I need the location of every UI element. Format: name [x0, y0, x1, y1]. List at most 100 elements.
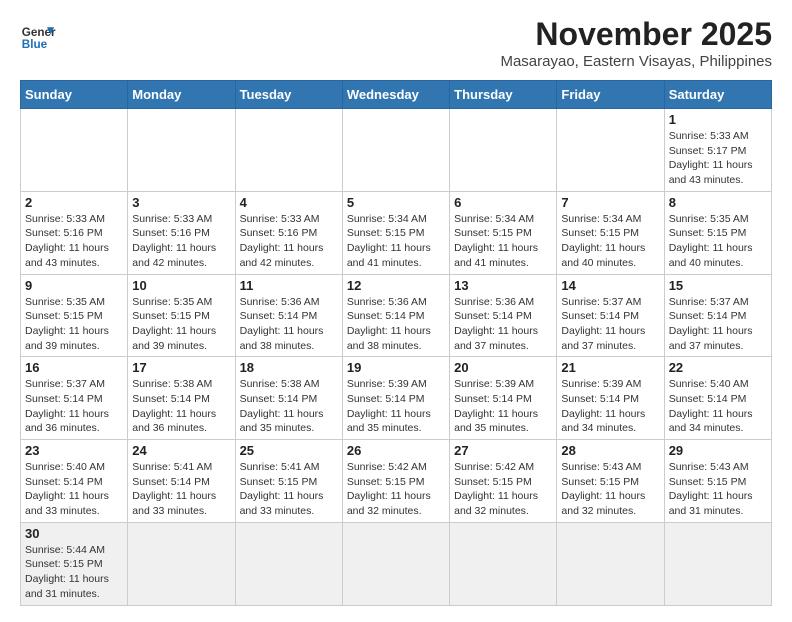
weekday-header: Saturday	[664, 81, 771, 109]
day-info: Sunrise: 5:44 AMSunset: 5:15 PMDaylight:…	[25, 543, 123, 602]
day-number: 4	[240, 195, 338, 210]
calendar-day-cell	[235, 109, 342, 192]
day-info: Sunrise: 5:42 AMSunset: 5:15 PMDaylight:…	[347, 460, 445, 519]
day-number: 8	[669, 195, 767, 210]
day-number: 14	[561, 278, 659, 293]
calendar-day-cell	[450, 522, 557, 605]
calendar-day-cell: 10 Sunrise: 5:35 AMSunset: 5:15 PMDayligh…	[128, 274, 235, 357]
day-info: Sunrise: 5:36 AMSunset: 5:14 PMDaylight:…	[347, 295, 445, 354]
day-number: 1	[669, 112, 767, 127]
calendar-week-row: 16 Sunrise: 5:37 AMSunset: 5:14 PMDayligh…	[21, 357, 772, 440]
day-info: Sunrise: 5:33 AMSunset: 5:17 PMDaylight:…	[669, 129, 767, 188]
calendar-week-row: 23 Sunrise: 5:40 AMSunset: 5:14 PMDayligh…	[21, 440, 772, 523]
day-info: Sunrise: 5:35 AMSunset: 5:15 PMDaylight:…	[132, 295, 230, 354]
calendar-day-cell: 23 Sunrise: 5:40 AMSunset: 5:14 PMDayligh…	[21, 440, 128, 523]
day-info: Sunrise: 5:37 AMSunset: 5:14 PMDaylight:…	[669, 295, 767, 354]
calendar-day-cell: 19 Sunrise: 5:39 AMSunset: 5:14 PMDayligh…	[342, 357, 449, 440]
weekday-header: Thursday	[450, 81, 557, 109]
weekday-header: Monday	[128, 81, 235, 109]
day-number: 27	[454, 443, 552, 458]
day-info: Sunrise: 5:38 AMSunset: 5:14 PMDaylight:…	[132, 377, 230, 436]
day-info: Sunrise: 5:36 AMSunset: 5:14 PMDaylight:…	[454, 295, 552, 354]
day-info: Sunrise: 5:38 AMSunset: 5:14 PMDaylight:…	[240, 377, 338, 436]
calendar-day-cell	[557, 109, 664, 192]
calendar-day-cell: 11 Sunrise: 5:36 AMSunset: 5:14 PMDayligh…	[235, 274, 342, 357]
day-info: Sunrise: 5:39 AMSunset: 5:14 PMDaylight:…	[561, 377, 659, 436]
title-block: November 2025 Masarayao, Eastern Visayas…	[500, 16, 772, 70]
calendar-table: SundayMondayTuesdayWednesdayThursdayFrid…	[20, 80, 772, 606]
day-info: Sunrise: 5:33 AMSunset: 5:16 PMDaylight:…	[25, 212, 123, 271]
day-number: 5	[347, 195, 445, 210]
day-info: Sunrise: 5:39 AMSunset: 5:14 PMDaylight:…	[347, 377, 445, 436]
day-number: 10	[132, 278, 230, 293]
calendar-day-cell: 14 Sunrise: 5:37 AMSunset: 5:14 PMDayligh…	[557, 274, 664, 357]
page-title: November 2025	[500, 16, 772, 53]
calendar-week-row: 1 Sunrise: 5:33 AMSunset: 5:17 PMDaylight…	[21, 109, 772, 192]
calendar-day-cell	[557, 522, 664, 605]
calendar-day-cell: 20Sunrise: 5:39 AMSunset: 5:14 PMDayligh…	[450, 357, 557, 440]
calendar-day-cell: 15 Sunrise: 5:37 AMSunset: 5:14 PMDayligh…	[664, 274, 771, 357]
calendar-day-cell: 17Sunrise: 5:38 AMSunset: 5:14 PMDayligh…	[128, 357, 235, 440]
day-info: Sunrise: 5:35 AMSunset: 5:15 PMDaylight:…	[669, 212, 767, 271]
calendar-day-cell: 25Sunrise: 5:41 AMSunset: 5:15 PMDayligh…	[235, 440, 342, 523]
calendar-day-cell: 22Sunrise: 5:40 AMSunset: 5:14 PMDayligh…	[664, 357, 771, 440]
calendar-week-row: 2 Sunrise: 5:33 AMSunset: 5:16 PMDaylight…	[21, 191, 772, 274]
calendar-day-cell: 8 Sunrise: 5:35 AMSunset: 5:15 PMDaylight…	[664, 191, 771, 274]
day-number: 23	[25, 443, 123, 458]
weekday-header-row: SundayMondayTuesdayWednesdayThursdayFrid…	[21, 81, 772, 109]
day-info: Sunrise: 5:41 AMSunset: 5:15 PMDaylight:…	[240, 460, 338, 519]
day-number: 21	[561, 360, 659, 375]
calendar-day-cell: 12Sunrise: 5:36 AMSunset: 5:14 PMDayligh…	[342, 274, 449, 357]
svg-text:Blue: Blue	[22, 38, 48, 51]
calendar-day-cell	[342, 109, 449, 192]
weekday-header: Sunday	[21, 81, 128, 109]
day-info: Sunrise: 5:41 AMSunset: 5:14 PMDaylight:…	[132, 460, 230, 519]
calendar-day-cell: 3Sunrise: 5:33 AMSunset: 5:16 PMDaylight…	[128, 191, 235, 274]
calendar-week-row: 9Sunrise: 5:35 AMSunset: 5:15 PMDaylight…	[21, 274, 772, 357]
day-info: Sunrise: 5:40 AMSunset: 5:14 PMDaylight:…	[25, 460, 123, 519]
calendar-day-cell: 29 Sunrise: 5:43 AMSunset: 5:15 PMDayligh…	[664, 440, 771, 523]
day-info: Sunrise: 5:34 AMSunset: 5:15 PMDaylight:…	[561, 212, 659, 271]
day-number: 13	[454, 278, 552, 293]
logo: General Blue	[20, 20, 56, 56]
calendar-day-cell: 7 Sunrise: 5:34 AMSunset: 5:15 PMDaylight…	[557, 191, 664, 274]
day-info: Sunrise: 5:37 AMSunset: 5:14 PMDaylight:…	[561, 295, 659, 354]
day-number: 6	[454, 195, 552, 210]
calendar-day-cell: 1 Sunrise: 5:33 AMSunset: 5:17 PMDaylight…	[664, 109, 771, 192]
calendar-day-cell: 30 Sunrise: 5:44 AMSunset: 5:15 PMDayligh…	[21, 522, 128, 605]
day-info: Sunrise: 5:42 AMSunset: 5:15 PMDaylight:…	[454, 460, 552, 519]
day-number: 30	[25, 526, 123, 541]
day-number: 16	[25, 360, 123, 375]
day-info: Sunrise: 5:33 AMSunset: 5:16 PMDaylight:…	[240, 212, 338, 271]
calendar-day-cell: 5Sunrise: 5:34 AMSunset: 5:15 PMDaylight…	[342, 191, 449, 274]
day-info: Sunrise: 5:34 AMSunset: 5:15 PMDaylight:…	[454, 212, 552, 271]
day-number: 2	[25, 195, 123, 210]
page-subtitle: Masarayao, Eastern Visayas, Philippines	[500, 53, 772, 70]
calendar-day-cell: 13 Sunrise: 5:36 AMSunset: 5:14 PMDayligh…	[450, 274, 557, 357]
day-number: 29	[669, 443, 767, 458]
day-number: 26	[347, 443, 445, 458]
weekday-header: Wednesday	[342, 81, 449, 109]
calendar-day-cell: 4 Sunrise: 5:33 AMSunset: 5:16 PMDaylight…	[235, 191, 342, 274]
calendar-day-cell	[21, 109, 128, 192]
day-info: Sunrise: 5:37 AMSunset: 5:14 PMDaylight:…	[25, 377, 123, 436]
weekday-header: Tuesday	[235, 81, 342, 109]
calendar-day-cell: 16 Sunrise: 5:37 AMSunset: 5:14 PMDayligh…	[21, 357, 128, 440]
day-number: 7	[561, 195, 659, 210]
calendar-day-cell	[342, 522, 449, 605]
calendar-day-cell	[235, 522, 342, 605]
day-number: 15	[669, 278, 767, 293]
day-number: 22	[669, 360, 767, 375]
calendar-day-cell	[450, 109, 557, 192]
day-info: Sunrise: 5:35 AMSunset: 5:15 PMDaylight:…	[25, 295, 123, 354]
day-number: 11	[240, 278, 338, 293]
page-header: General Blue November 2025 Masarayao, Ea…	[20, 16, 772, 70]
day-number: 19	[347, 360, 445, 375]
calendar-day-cell	[128, 522, 235, 605]
day-number: 28	[561, 443, 659, 458]
day-info: Sunrise: 5:39 AMSunset: 5:14 PMDaylight:…	[454, 377, 552, 436]
calendar-day-cell: 27 Sunrise: 5:42 AMSunset: 5:15 PMDayligh…	[450, 440, 557, 523]
day-info: Sunrise: 5:43 AMSunset: 5:15 PMDaylight:…	[669, 460, 767, 519]
day-info: Sunrise: 5:36 AMSunset: 5:14 PMDaylight:…	[240, 295, 338, 354]
day-number: 18	[240, 360, 338, 375]
